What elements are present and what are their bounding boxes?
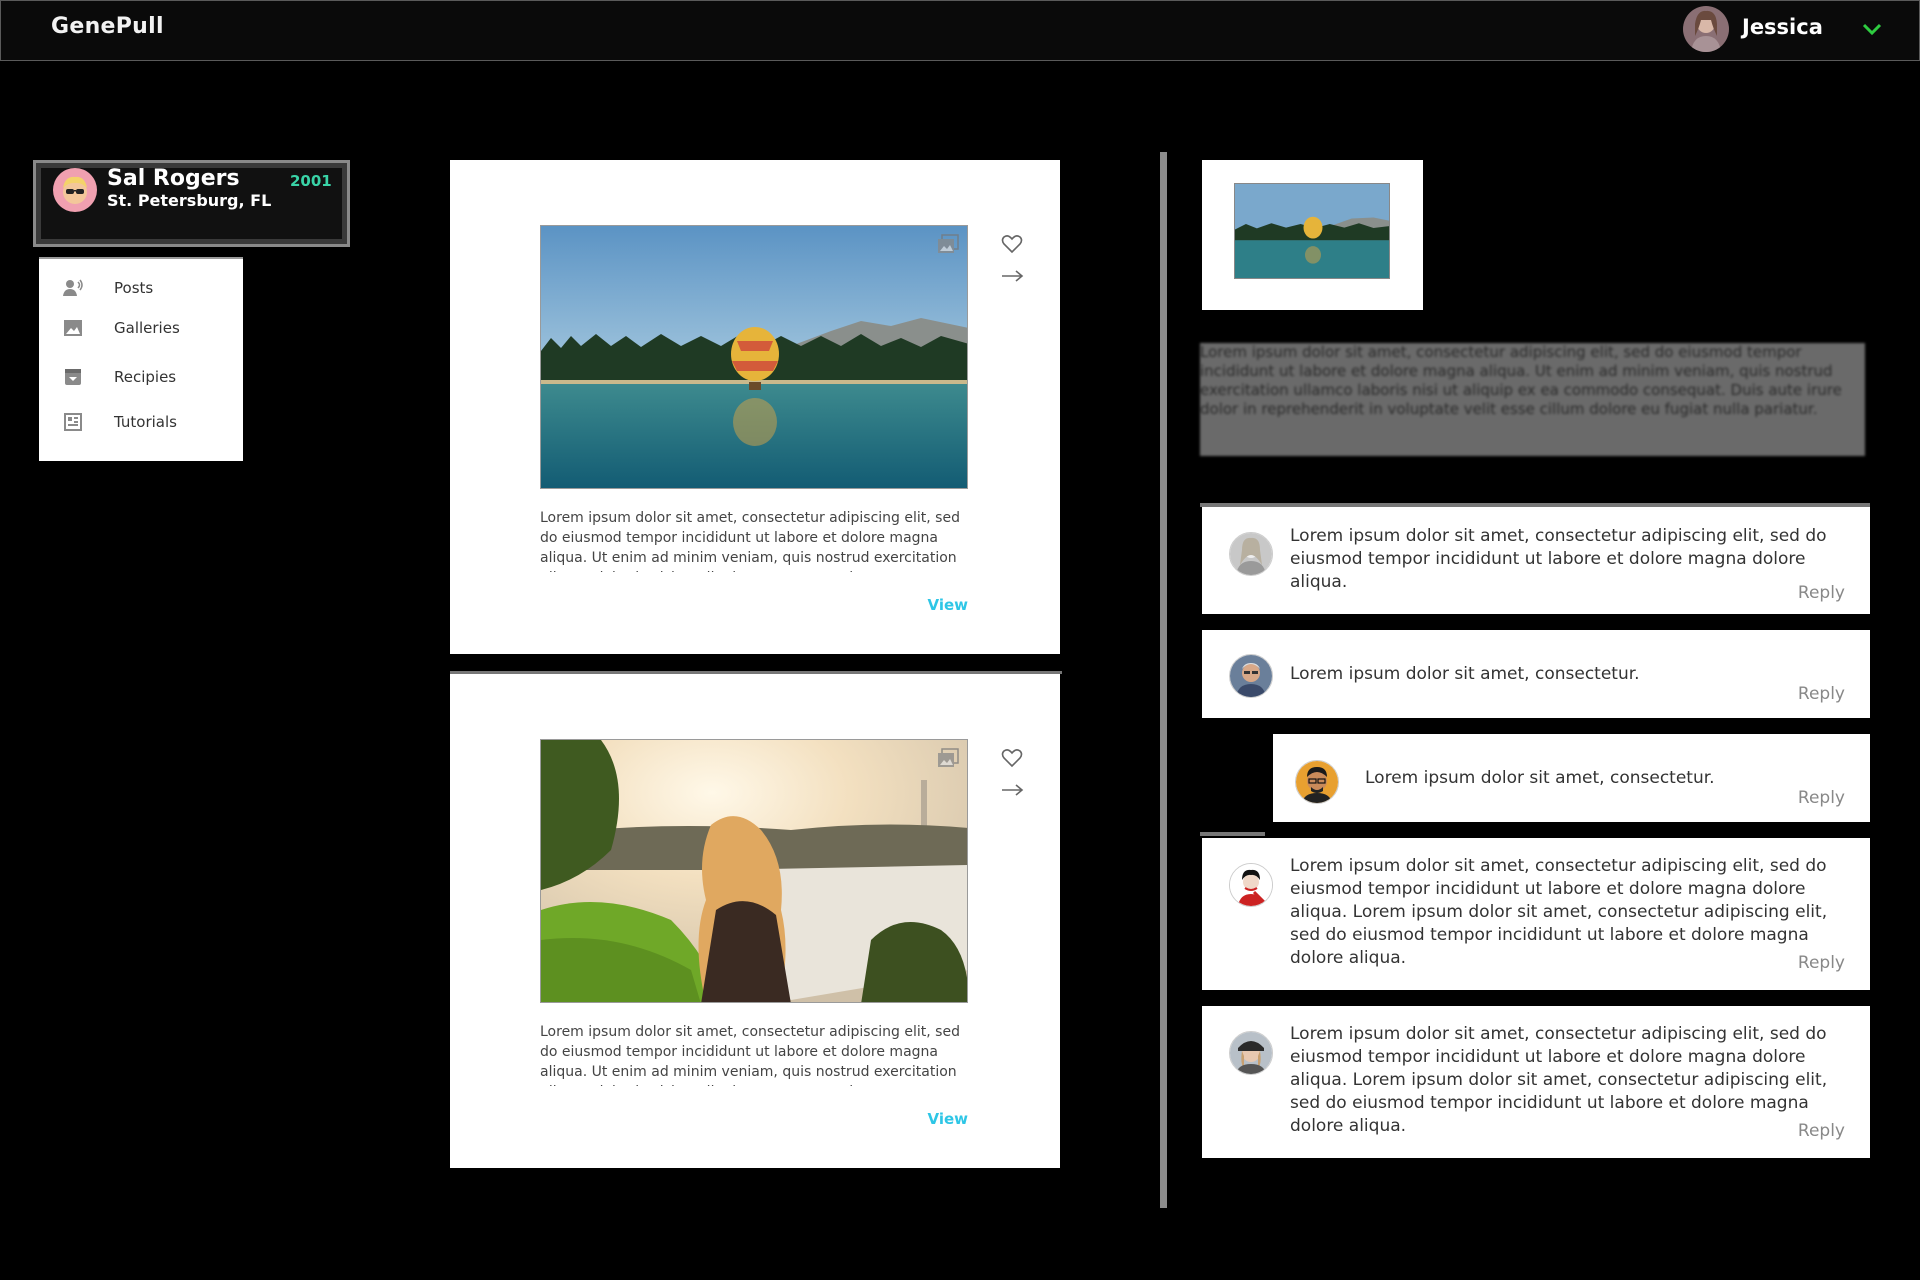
preview-image[interactable] [1234, 183, 1390, 279]
comment-card: Lorem ipsum dolor sit amet, consectetur … [1202, 507, 1870, 614]
column-divider [1160, 152, 1167, 1208]
comment-text: Lorem ipsum dolor sit amet, consectetur. [1290, 664, 1640, 684]
commenter-avatar[interactable] [1229, 654, 1273, 698]
user-name[interactable]: Jessica [1742, 15, 1823, 39]
menu-label-galleries: Galleries [114, 319, 180, 337]
menu-item-recipies[interactable]: Recipies [39, 359, 243, 395]
tutorial-icon [63, 412, 83, 432]
reply-button[interactable]: Reply [1798, 583, 1845, 603]
comment-text: Lorem ipsum dolor sit amet, consectetur. [1365, 768, 1715, 788]
view-link[interactable]: View [927, 1110, 968, 1128]
comment-card: Lorem ipsum dolor sit amet, consectetur … [1202, 838, 1870, 990]
menu-label-tutorials: Tutorials [114, 413, 177, 431]
heart-icon[interactable] [1001, 234, 1023, 254]
menu-item-posts[interactable]: Posts [39, 270, 243, 306]
comment-card: Lorem ipsum dolor sit amet, consectetur … [1202, 1006, 1870, 1158]
reply-button[interactable]: Reply [1798, 684, 1845, 704]
top-navigation-bar [0, 0, 1920, 61]
comment-text: Lorem ipsum dolor sit amet, consectetur … [1290, 1024, 1828, 1136]
commenter-avatar[interactable] [1229, 863, 1273, 907]
gallery-icon[interactable] [937, 234, 959, 254]
comment-text: Lorem ipsum dolor sit amet, consectetur … [1290, 856, 1828, 968]
preview-description: Lorem ipsum dolor sit amet, consectetur … [1200, 343, 1865, 456]
comment-card-nested: Lorem ipsum dolor sit amet, consectetur.… [1273, 734, 1870, 822]
side-menu: Posts Galleries Recipies Tutorials [39, 257, 243, 461]
profile-year: 2001 [290, 172, 332, 190]
view-link[interactable]: View [927, 596, 968, 614]
arrow-right-icon[interactable] [1001, 268, 1025, 282]
commenter-avatar[interactable] [1295, 760, 1339, 804]
heart-icon[interactable] [1001, 748, 1023, 768]
recipe-icon [63, 367, 83, 387]
arrow-right-icon[interactable] [1001, 782, 1025, 796]
menu-label-recipies: Recipies [114, 368, 177, 386]
post-text: Lorem ipsum dolor sit amet, consectetur … [540, 510, 960, 572]
profile-avatar [53, 168, 97, 212]
posts-icon [63, 278, 83, 298]
reply-button[interactable]: Reply [1798, 1121, 1845, 1141]
chevron-down-icon[interactable] [1861, 18, 1883, 40]
commenter-avatar[interactable] [1229, 1031, 1273, 1075]
profile-name: Sal Rogers [107, 166, 240, 191]
post-text: Lorem ipsum dolor sit amet, consectetur … [540, 1024, 960, 1086]
gallery-icon[interactable] [937, 748, 959, 768]
comment-text: Lorem ipsum dolor sit amet, consectetur … [1290, 526, 1827, 592]
commenter-avatar[interactable] [1229, 532, 1273, 576]
brand-logo[interactable]: GenePull [51, 14, 164, 39]
post-card: Lorem ipsum dolor sit amet, consectetur … [450, 160, 1060, 654]
menu-item-tutorials[interactable]: Tutorials [39, 404, 243, 440]
comment-card: Lorem ipsum dolor sit amet, consectetur.… [1202, 630, 1870, 718]
post-card: Lorem ipsum dolor sit amet, consectetur … [450, 674, 1060, 1168]
divider [1200, 832, 1265, 836]
user-avatar[interactable] [1683, 6, 1729, 52]
image-icon [63, 318, 83, 338]
menu-label-posts: Posts [114, 279, 154, 297]
menu-item-galleries[interactable]: Galleries [39, 310, 243, 346]
reply-button[interactable]: Reply [1798, 788, 1845, 808]
reply-button[interactable]: Reply [1798, 953, 1845, 973]
post-image-balloon-lake[interactable] [540, 225, 968, 489]
post-image-sunset-girl[interactable] [540, 739, 968, 1003]
profile-location: St. Petersburg, FL [107, 191, 272, 210]
